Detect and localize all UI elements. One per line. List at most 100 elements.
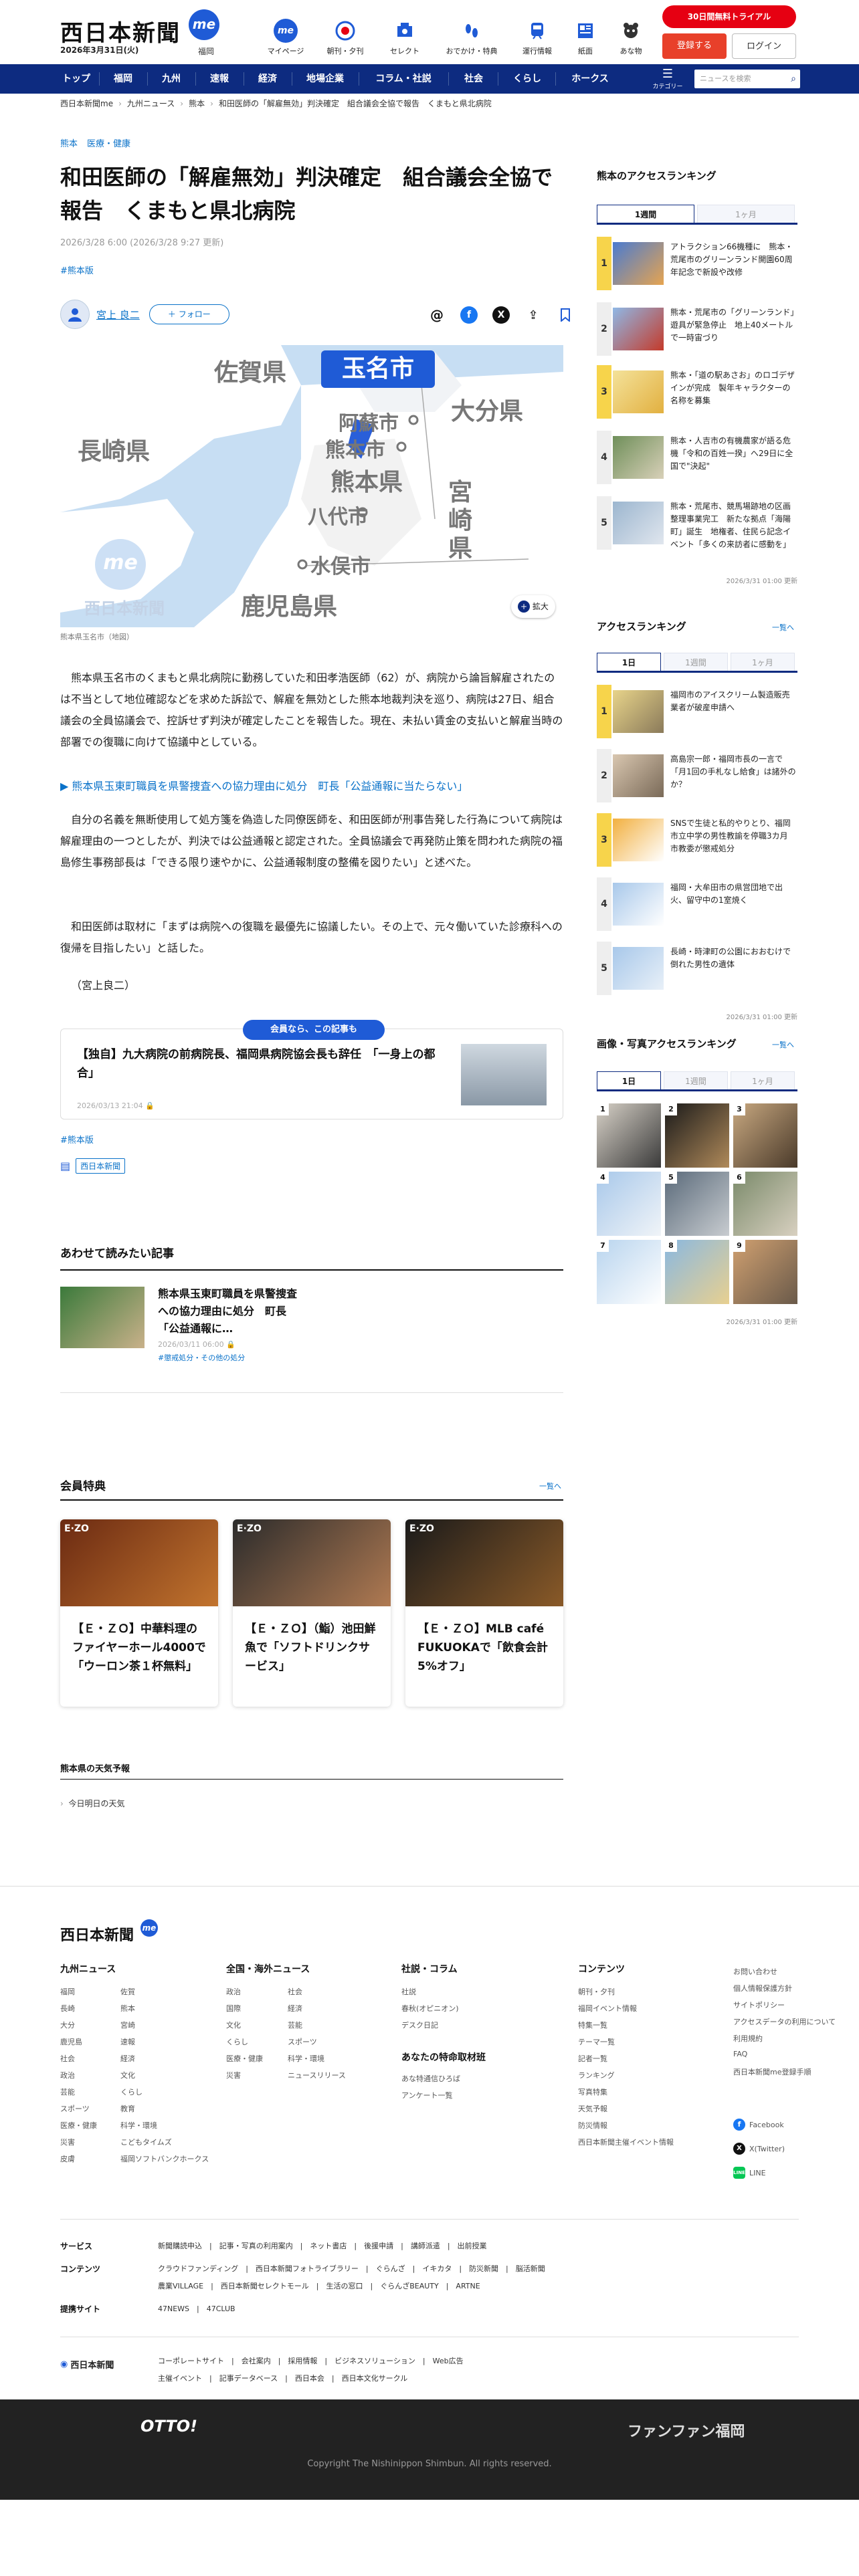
footer-link[interactable]: 熊本 [120,2003,135,2014]
nav-society[interactable]: 社会 [458,64,490,94]
register-button[interactable]: 登録する [662,33,727,59]
area-label[interactable]: 福岡 [198,45,214,57]
footer-link[interactable]: 社説 [401,1986,416,1997]
footer-link[interactable]: こどもタイムズ [120,2137,172,2147]
footer-contents-links-1[interactable]: クラウドファンディング | 西日本新聞フォトライブラリー | ぐらんざ | イキ… [158,2263,545,2274]
footer-link[interactable]: アンケート一覧 [401,2090,453,2101]
line-link[interactable]: LINE LINE [733,2167,766,2179]
footer-link[interactable]: 経済 [288,2003,302,2014]
footer-link[interactable]: くらし [120,2086,142,2097]
footer-link[interactable]: 特集一覧 [578,2020,607,2030]
footer-link[interactable]: スポーツ [60,2103,90,2114]
footer-link[interactable]: テーマ一覧 [578,2036,615,2047]
footer-link[interactable]: 記者一覧 [578,2053,607,2064]
nav-top[interactable]: トップ [60,64,92,94]
photo-thumb[interactable]: 1 [597,1103,661,1168]
location-map[interactable]: 玉名市 佐賀県 長崎県 大分県 熊本県 宮崎県 鹿児島県 阿蘇市 熊本市 八代市… [60,345,563,627]
nav-hawks[interactable]: ホークス [563,64,617,94]
footer-link[interactable]: 春秋(オピニオン) [401,2003,459,2014]
breadcrumb-home[interactable]: 西日本新聞me [60,99,113,108]
tab-1month[interactable]: 1ヶ月 [731,653,795,671]
ranking-item[interactable]: 4 福岡・大牟田市の県営団地で出火、留守中の1室焼く [597,877,797,931]
access-ranking-more[interactable]: 一覧へ [772,622,794,633]
photo-thumb[interactable]: 2 [665,1103,729,1168]
funfun-logo[interactable]: ファンファン福岡 [628,2420,745,2441]
footer-me-badge[interactable]: me [140,1919,158,1937]
me-badge[interactable]: me [189,9,219,40]
nav-breaking[interactable]: 速報 [203,64,235,94]
threads-icon[interactable]: @ [428,306,446,324]
nav-life[interactable]: くらし [507,64,547,94]
author-name[interactable]: 宮上 良二 [96,308,140,322]
ranking-item[interactable]: 2 高島宗一郎・福岡市長の一言で「月1回の手札なし給食」は諸外のか？ [597,749,797,802]
footer-link[interactable]: ランキング [578,2070,615,2080]
footer-link[interactable]: アクセスデータの利用について [733,2016,836,2027]
footer-link[interactable]: FAQ [733,2050,747,2058]
free-trial-button[interactable]: 30日間無料トライアル [662,5,796,28]
related-image[interactable] [60,1287,145,1348]
weather-today[interactable]: › 今日明日の天気 [60,1798,124,1809]
footer-link[interactable]: サイトポリシー [733,2000,785,2010]
footer-link[interactable]: 科学・環境 [120,2120,157,2131]
tab-1month[interactable]: 1ヶ月 [731,1071,795,1089]
benefit-card[interactable]: E·ZO 【Ｅ・ＺＯ】中華料理のファイヤーホール4000で「ウーロン茶１杯無料」 [60,1519,218,1707]
corporate-links-2[interactable]: 主催イベント | 記事データベース | 西日本会 | 西日本文化サークル [158,2373,407,2383]
tab-1day[interactable]: 1日 [597,1071,661,1089]
footer-link[interactable]: 天気予報 [578,2103,607,2114]
footer-link[interactable]: 政治 [60,2070,75,2080]
photo-thumb[interactable]: 4 [597,1172,661,1236]
otto-logo[interactable]: OTTO! [140,2417,197,2436]
footer-link[interactable]: 医療・健康 [60,2120,97,2131]
ranking-item[interactable]: 2 熊本・荒尾市の「グリーンランド」遊具が緊急停止 地上40メートルで一時宙づり [597,302,797,356]
photo-thumb[interactable]: 8 [665,1240,729,1304]
zoom-button[interactable]: + 拡大 [511,595,555,618]
header-nav-paper[interactable]: 紙面 [562,19,609,56]
related-inline-link[interactable]: ▶ 熊本県玉東町職員を県警捜査への協力理由に処分 町長「公益通報に当たらない」 [60,777,563,796]
footer-link[interactable]: 福岡ソフトバンクホークス [120,2153,209,2164]
footer-link[interactable]: 速報 [120,2036,135,2047]
header-nav-mypage[interactable]: me マイページ [262,19,309,56]
benefits-more-link[interactable]: 一覧へ [539,1481,561,1491]
login-button[interactable]: ログイン [732,33,796,59]
nav-economy[interactable]: 経済 [252,64,284,94]
tab-1week[interactable]: 1週間 [597,205,694,223]
nav-column[interactable]: コラム・社説 [367,64,440,94]
member-article-card[interactable]: 会員なら、この記事も 【独自】九大病院の前病院長、福岡県病院協会長も辞任 「一身… [60,1020,563,1119]
footer-link[interactable]: 芸能 [60,2086,75,2097]
footer-link[interactable]: ニュースリリース [288,2070,346,2080]
search-input[interactable]: ニュースを検索 ⌕ [694,70,800,88]
footer-link[interactable]: 皮膚 [60,2153,75,2164]
tab-1week[interactable]: 1週間 [664,1071,728,1089]
x-icon[interactable]: X [492,306,510,324]
tab-1day[interactable]: 1日 [597,653,661,671]
ranking-item[interactable]: 5 長崎・時津町の公園におおむけで倒れた男性の遺体 [597,942,797,995]
breadcrumb-kumamoto[interactable]: 熊本 [189,99,205,108]
share-icon[interactable]: ⇪ [524,306,542,324]
ranking-item[interactable]: 1 アトラクション66機種に 熊本・荒尾市のグリーンランド開園60周年記念で新設や… [597,237,797,290]
footer-link[interactable]: 福岡 [60,1986,75,1997]
breadcrumb-kyushu[interactable]: 九州ニュース [127,99,175,108]
photo-thumb[interactable]: 5 [665,1172,729,1236]
footer-link[interactable]: 鹿児島 [60,2036,82,2047]
footer-service-links[interactable]: 新聞購読申込 | 記事・写真の利用案内 | ネット書店 | 後援申請 | 講師派… [158,2240,487,2251]
footer-link[interactable]: 朝刊・夕刊 [578,1986,615,1997]
hashtag-kumamoto-2[interactable]: #熊本版 [60,1133,94,1146]
footer-link[interactable]: 災害 [226,2070,241,2080]
footer-link[interactable]: 文化 [120,2070,135,2080]
benefit-card[interactable]: E·ZO 【Ｅ・ＺＯ】（鮨）池田鮮魚で「ソフトドリンクサービス」 [233,1519,391,1707]
footer-link[interactable]: 西日本新聞主催イベント情報 [578,2137,674,2147]
avatar[interactable] [60,300,90,329]
footer-link[interactable]: 災害 [60,2137,75,2147]
tab-1month[interactable]: 1ヶ月 [697,205,795,223]
footer-link[interactable]: 国際 [226,2003,241,2014]
ranking-item[interactable]: 3 熊本・「道の駅あさお」のロゴデザインが完成 製年キャラクターの名称を募集 [597,365,797,419]
footer-link[interactable]: スポーツ [288,2036,317,2047]
footer-link[interactable]: 個人情報保護方針 [733,1983,792,1994]
footer-link[interactable]: 科学・環境 [288,2053,324,2064]
ranking-item[interactable]: 1 福岡市のアイスクリーム製造販売業者が破産申請へ [597,685,797,738]
footer-link[interactable]: くらし [226,2036,248,2047]
ranking-item[interactable]: 5 熊本・荒尾市、競馬場跡地の区画整理事業完工 新たな拠点「海陽町」誕生 地権者、… [597,496,797,550]
tag-medical[interactable]: 医療・健康 [87,136,130,149]
site-logo[interactable]: 西日本新聞 [60,15,181,47]
footer-link[interactable]: 芸能 [288,2020,302,2030]
